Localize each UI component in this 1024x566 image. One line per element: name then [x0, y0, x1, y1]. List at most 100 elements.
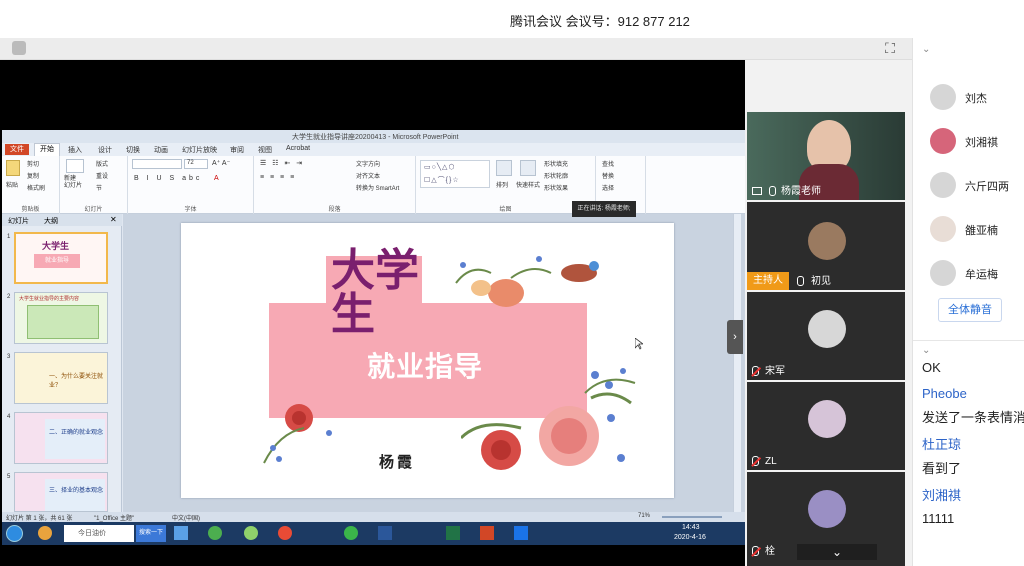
chat-message: 11111: [922, 511, 955, 526]
thumb-title: 二、正确的就业观念: [49, 430, 104, 436]
quick-styles-button[interactable]: 快速样式: [516, 180, 540, 189]
tab-insert[interactable]: 插入: [68, 145, 82, 155]
slide-thumb-4[interactable]: 二、正确的就业观念: [14, 412, 108, 464]
find-button[interactable]: 查找: [602, 159, 614, 168]
section-button[interactable]: 节: [96, 183, 102, 192]
wechat-icon[interactable]: [244, 526, 258, 540]
list-buttons[interactable]: ☰ ☷ ⇤ ⇥: [260, 159, 304, 167]
tab-acrobat[interactable]: Acrobat: [286, 145, 310, 152]
font-size-select[interactable]: 72: [184, 159, 208, 169]
slide-thumb-5[interactable]: 三、择业的基本观念: [14, 472, 108, 512]
tab-file[interactable]: 文件: [5, 144, 29, 155]
reset-button[interactable]: 重设: [96, 171, 108, 180]
arrange-button[interactable]: 排列: [496, 180, 508, 189]
zoom-slider[interactable]: [662, 516, 722, 518]
taskbar-app-icon[interactable]: [208, 526, 222, 540]
slide-thumb-1[interactable]: 大学生 就业指导: [14, 232, 108, 284]
chevron-down-icon[interactable]: ⌄: [922, 44, 930, 55]
avatar: [930, 84, 956, 110]
copy-button[interactable]: 复制: [27, 171, 39, 180]
slide-thumb-3[interactable]: 一、为什么要关注就业？: [14, 352, 108, 404]
layout-button[interactable]: 版式: [96, 159, 108, 168]
fullscreen-icon[interactable]: ⛶: [882, 40, 898, 56]
zoom-level[interactable]: 71%: [638, 513, 650, 519]
shape-outline-button[interactable]: 形状轮廓: [544, 171, 568, 180]
mic-icon: [769, 186, 776, 196]
new-slide-button[interactable]: 新建 幻灯片: [64, 176, 82, 190]
video-tile[interactable]: ZL: [747, 382, 905, 470]
chevron-down-icon[interactable]: ⌄: [797, 544, 877, 560]
tab-design[interactable]: 设计: [98, 145, 112, 155]
taskbar-app-icon[interactable]: [174, 526, 188, 540]
new-slide-icon[interactable]: [66, 159, 84, 173]
grow-font-icon[interactable]: A⁺ A⁻: [212, 159, 230, 167]
text-direction-button[interactable]: 文字方向: [356, 159, 380, 168]
format-painter-button[interactable]: 格式刷: [27, 183, 45, 192]
editor-scrollbar[interactable]: [733, 214, 741, 512]
chat-message: OK: [922, 360, 941, 375]
excel-icon[interactable]: [446, 526, 460, 540]
thumb-content-box: [45, 419, 105, 459]
slide-thumb-number: 4: [7, 414, 11, 420]
video-tile-host[interactable]: 主持人 初见: [747, 202, 905, 290]
shape-fill-button[interactable]: 形状填充: [544, 159, 568, 168]
tab-transitions[interactable]: 切换: [126, 145, 140, 155]
shield-icon[interactable]: [12, 41, 26, 55]
slide-thumb-number: 1: [7, 234, 11, 240]
shapes-gallery[interactable]: ▭○╲△⬡ ☐△⌒{}☆: [420, 160, 490, 188]
video-tile[interactable]: 栓 ⌄: [747, 472, 905, 566]
taskbar-search-input[interactable]: 今日油价: [64, 525, 134, 542]
paste-button[interactable]: 粘贴: [6, 180, 18, 189]
pane-tab-outline[interactable]: 大纲: [44, 216, 58, 226]
video-tile[interactable]: 宋军: [747, 292, 905, 380]
chrome-icon[interactable]: [278, 526, 292, 540]
font-name-select[interactable]: [132, 159, 182, 169]
taskbar-search-button[interactable]: 搜索一下: [136, 525, 166, 542]
participant-name: 刘杰: [965, 93, 987, 105]
thumb-title: 大学生: [42, 241, 70, 251]
participant-name: 杨霞老师: [781, 186, 821, 197]
ribbon-tabs: 文件 开始 插入 设计 切换 动画 幻灯片放映 审阅 视图 Acrobat: [2, 143, 745, 156]
title-bar: 腾讯会议 会议号：912 877 212: [0, 0, 1024, 38]
mute-all-button[interactable]: 全体静音: [938, 298, 1002, 322]
taskbar-date: 2020-4-16: [674, 534, 706, 541]
replace-button[interactable]: 替换: [602, 171, 614, 180]
tab-home[interactable]: 开始: [34, 143, 60, 156]
powerpoint-icon[interactable]: [480, 526, 494, 540]
group-paragraph: ☰ ☷ ⇤ ⇥ ≡ ≡ ≡ ≡ 文字方向 对齐文本 转换为 SmartArt 段…: [254, 156, 416, 214]
start-icon[interactable]: [6, 525, 23, 542]
chat-sender: 刘湘祺: [922, 488, 962, 503]
tab-animations[interactable]: 动画: [154, 145, 168, 155]
tab-view[interactable]: 视图: [258, 145, 272, 155]
paste-icon[interactable]: [6, 160, 20, 176]
slide-thumb-number: 2: [7, 294, 11, 300]
tab-review[interactable]: 审阅: [230, 145, 244, 155]
pane-tab-slides[interactable]: 幻灯片: [8, 216, 29, 226]
font-style-buttons[interactable]: B I U S abc: [134, 175, 202, 182]
thumb-title: 三、择业的基本观念: [49, 488, 104, 494]
word-icon[interactable]: [378, 526, 392, 540]
tab-slideshow[interactable]: 幻灯片放映: [182, 145, 217, 155]
player-icon[interactable]: [344, 526, 358, 540]
expand-panel-arrow-icon[interactable]: ›: [727, 320, 743, 354]
slides-pane: 幻灯片 大纲 ✕ 1 大学生 就业指导 2 大学生就业指导的主要内容 3 一、为…: [2, 214, 122, 512]
participant-name: 牟运梅: [965, 269, 998, 281]
quick-styles-icon[interactable]: [520, 160, 536, 176]
align-text-button[interactable]: 对齐文本: [356, 171, 380, 180]
share-toolbar: [0, 38, 912, 60]
windows-taskbar: 今日油价 搜索一下 14:43 2020-4-16: [2, 522, 745, 545]
close-pane-icon[interactable]: ✕: [110, 215, 117, 224]
shape-effects-button[interactable]: 形状效果: [544, 183, 568, 192]
select-button[interactable]: 选择: [602, 183, 614, 192]
arrange-icon[interactable]: [496, 160, 512, 176]
smartart-button[interactable]: 转换为 SmartArt: [356, 183, 399, 192]
meeting-app-icon[interactable]: [514, 526, 528, 540]
app-icon[interactable]: [38, 526, 52, 540]
chevron-down-icon[interactable]: ⌄: [922, 345, 930, 356]
slide-thumb-2[interactable]: 大学生就业指导的主要内容: [14, 292, 108, 344]
align-buttons[interactable]: ≡ ≡ ≡ ≡: [260, 174, 296, 181]
font-color-icon[interactable]: A: [214, 175, 219, 182]
video-tile-teacher[interactable]: 杨霞老师: [747, 112, 905, 200]
cut-button[interactable]: 剪切: [27, 159, 39, 168]
group-font: 72 A⁺ A⁻ B I U S abc A 字体: [128, 156, 254, 214]
